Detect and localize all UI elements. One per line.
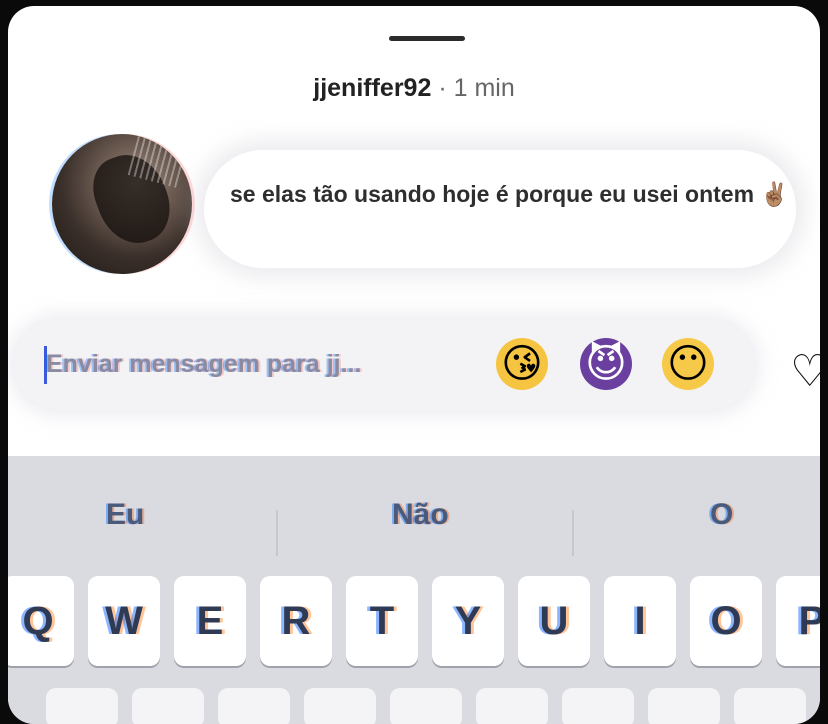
message-text: se elas tão usando hoje é porque eu usei…	[230, 181, 790, 207]
key-row2[interactable]	[476, 688, 548, 724]
key-row2[interactable]	[132, 688, 204, 724]
reply-sheet: jjeniffer92 · 1 min se elas tão usando h…	[8, 6, 820, 724]
key-row2[interactable]	[390, 688, 462, 724]
suggestion-3[interactable]: O	[710, 498, 733, 532]
speechless-emoji-button[interactable]: 😶	[662, 338, 714, 390]
devil-emoji-button[interactable]: 😈	[580, 338, 632, 390]
suggestion-bar: Eu Não O	[8, 478, 820, 556]
key-e[interactable]: E	[174, 576, 246, 666]
key-q[interactable]: Q	[8, 576, 74, 666]
suggestion-divider	[572, 510, 574, 556]
message-composer[interactable]: Enviar mensagem para jj... 😘 😈 😶	[14, 320, 754, 410]
key-row2[interactable]	[562, 688, 634, 724]
avatar[interactable]	[52, 134, 192, 274]
suggestion-1[interactable]: Eu	[106, 498, 144, 532]
suggestion-2[interactable]: Não	[392, 498, 449, 532]
key-i[interactable]: I	[604, 576, 676, 666]
key-row2[interactable]	[648, 688, 720, 724]
key-w[interactable]: W	[88, 576, 160, 666]
key-row2[interactable]	[734, 688, 806, 724]
key-y[interactable]: Y	[432, 576, 504, 666]
key-t[interactable]: T	[346, 576, 418, 666]
kiss-emoji-button[interactable]: 😘	[496, 338, 548, 390]
header-separator: ·	[438, 74, 447, 102]
post-time: 1 min	[453, 74, 515, 102]
sheet-drag-handle[interactable]	[389, 36, 465, 41]
message-bubble: se elas tão usando hoje é porque eu usei…	[204, 150, 796, 268]
message-input[interactable]: Enviar mensagem para jj...	[46, 350, 361, 379]
keyboard: Eu Não O Q W E R T Y U I O P	[8, 456, 820, 724]
key-o[interactable]: O	[690, 576, 762, 666]
username[interactable]: jjeniffer92	[313, 74, 431, 102]
heart-icon[interactable]: ♡	[790, 346, 820, 397]
suggestion-divider	[276, 510, 278, 556]
key-row2[interactable]	[46, 688, 118, 724]
key-p[interactable]: P	[776, 576, 820, 666]
key-row2[interactable]	[218, 688, 290, 724]
key-r[interactable]: R	[260, 576, 332, 666]
key-u[interactable]: U	[518, 576, 590, 666]
story-header: jjeniffer92 · 1 min	[8, 74, 820, 103]
key-row2[interactable]	[304, 688, 376, 724]
